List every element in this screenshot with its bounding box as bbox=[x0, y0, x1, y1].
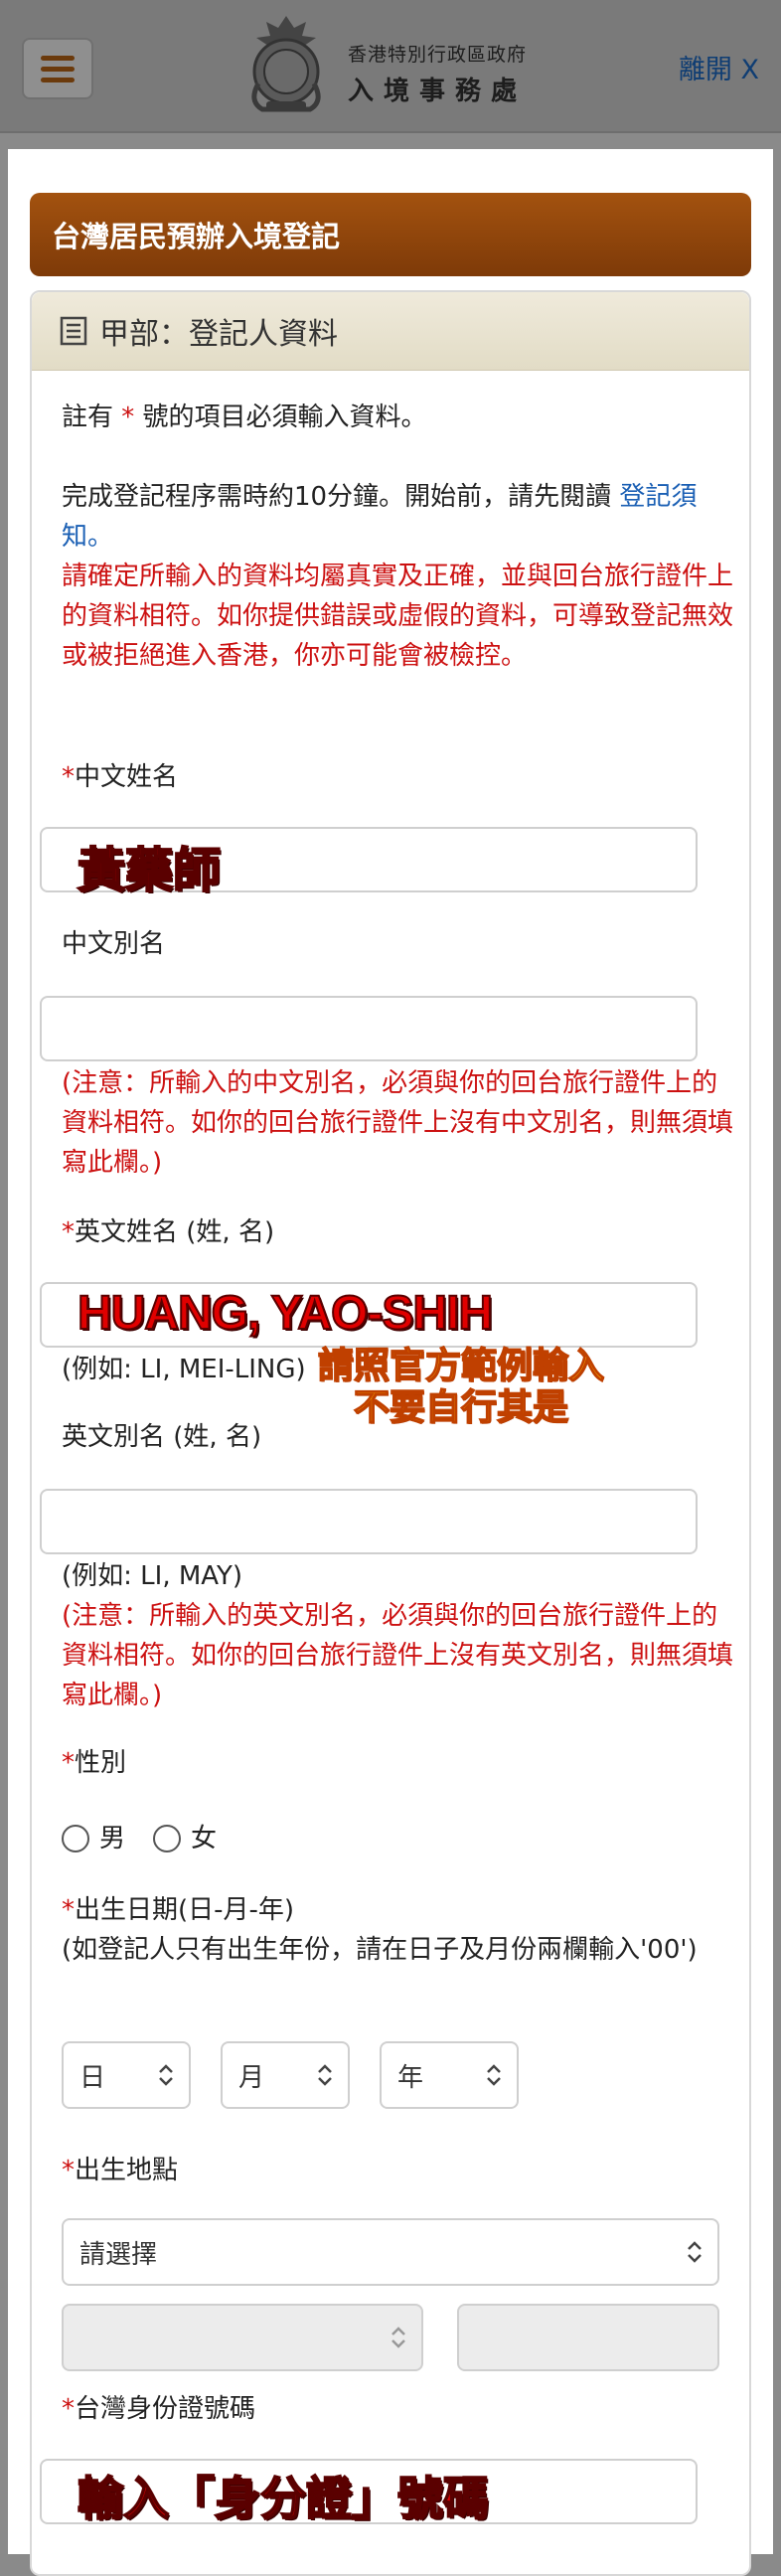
chinese-alias-note: (注意：所輸入的中文別名，必須與你的回台旅行證件上的資料相符。如你的回台旅行證件… bbox=[62, 1068, 734, 1178]
menu-bar-icon bbox=[41, 77, 75, 82]
dob-month-select[interactable]: 月 bbox=[221, 2041, 350, 2109]
chinese-name-annotation: 黃藥師 bbox=[77, 842, 222, 899]
taiwan-id-annotation: 輸入「身分證」號碼 bbox=[77, 2471, 490, 2526]
updown-chevron-icon bbox=[391, 2327, 405, 2348]
form-title: 台灣居民預辦入境登記 bbox=[30, 193, 751, 276]
form-page: 台灣居民預辦入境登記 甲部：登記人資料 註有 * 號的項目必須輸入資料。 完成登… bbox=[8, 149, 773, 2576]
birthplace-other-input[interactable] bbox=[457, 2304, 719, 2371]
english-alias-input[interactable] bbox=[40, 1489, 698, 1554]
menu-bar-icon bbox=[41, 66, 75, 72]
updown-chevron-icon bbox=[318, 2064, 332, 2086]
exit-link[interactable]: 離開 X bbox=[679, 48, 759, 86]
dob-label: *出生日期(日-月-年) bbox=[62, 1895, 295, 1925]
chinese-name-label: *中文姓名 bbox=[62, 762, 179, 792]
english-name-label: *英文姓名 (姓, 名) bbox=[62, 1217, 275, 1247]
section-a-header: 甲部：登記人資料 bbox=[32, 292, 749, 371]
gender-female-label: 女 bbox=[191, 1824, 218, 1853]
document-list-icon bbox=[60, 316, 87, 346]
department-logo-text: 香港特別行政區政府 入境事務處 bbox=[348, 40, 527, 107]
department-name: 入境事務處 bbox=[348, 77, 528, 106]
section-a-title: 甲部：登記人資料 bbox=[99, 317, 338, 352]
english-name-hint-annotation: 請照官方範例輸入 不要自行其是 bbox=[317, 1345, 605, 1429]
gender-female-radio[interactable] bbox=[153, 1825, 181, 1852]
english-alias-note: (注意：所輸入的英文別名，必須與你的回台旅行證件上的資料相符。如你的回台旅行證件… bbox=[62, 1601, 734, 1710]
gender-label: *性別 bbox=[62, 1748, 127, 1778]
chinese-alias-input[interactable] bbox=[40, 996, 698, 1061]
gender-male-label: 男 bbox=[99, 1824, 126, 1853]
taiwan-id-label: *台灣身份證號碼 bbox=[62, 2394, 256, 2424]
government-name: 香港特別行政區政府 bbox=[348, 44, 528, 66]
updown-chevron-icon bbox=[688, 2241, 702, 2263]
hamburger-menu-button[interactable] bbox=[22, 38, 93, 99]
gender-male-radio[interactable] bbox=[62, 1825, 89, 1852]
english-name-annotation: HUANG, YAO-SHIH bbox=[77, 1286, 494, 1341]
birthplace-sub-select[interactable] bbox=[62, 2304, 423, 2371]
dob-year-select[interactable]: 年 bbox=[380, 2041, 519, 2109]
menu-bar-icon bbox=[41, 55, 75, 61]
english-alias-label: 英文別名 (姓, 名) bbox=[62, 1422, 262, 1452]
updown-chevron-icon bbox=[487, 2064, 501, 2086]
birthplace-select[interactable]: 請選擇 bbox=[62, 2218, 719, 2286]
hksar-emblem-icon bbox=[251, 16, 321, 112]
top-header: 香港特別行政區政府 入境事務處 離開 X bbox=[0, 0, 781, 133]
intro-paragraph: 完成登記程序需時約10分鐘。開始前，請先閱讀 登記須知。 bbox=[62, 482, 698, 552]
dob-day-select[interactable]: 日 bbox=[62, 2041, 191, 2109]
updown-chevron-icon bbox=[159, 2064, 173, 2086]
birthplace-label: *出生地點 bbox=[62, 2156, 179, 2185]
english-alias-example: (例如: LI, MAY) bbox=[62, 1561, 243, 1591]
dob-note: (如登記人只有出生年份，請在日子及月份兩欄輸入'00') bbox=[62, 1935, 698, 1965]
chinese-alias-label: 中文別名 bbox=[62, 929, 166, 959]
required-note: 註有 * 號的項目必須輸入資料。 bbox=[62, 402, 427, 432]
accuracy-warning: 請確定所輸入的資料均屬真實及正確，並與回台旅行證件上的資料相符。如你提供錯誤或虛… bbox=[62, 562, 734, 671]
english-name-example: (例如: LI, MEI-LING) bbox=[62, 1355, 306, 1384]
